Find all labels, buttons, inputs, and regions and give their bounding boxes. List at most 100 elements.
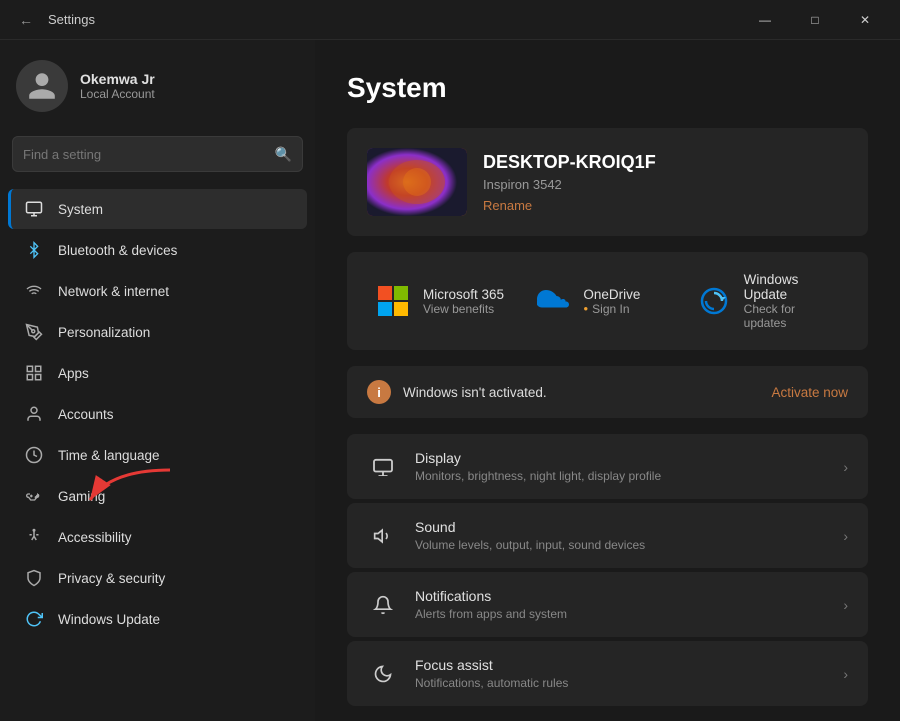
sidebar-item-network[interactable]: Network & internet xyxy=(8,271,307,311)
window-controls: — □ ✕ xyxy=(742,4,888,36)
main-layout: Okemwa Jr Local Account 🔍 System xyxy=(0,40,900,721)
chevron-right-icon: › xyxy=(843,666,848,682)
sidebar-item-label-time: Time & language xyxy=(58,448,160,463)
brush-icon xyxy=(24,322,44,342)
notifications-title: Notifications xyxy=(415,588,827,604)
winupdate-text: Windows Update Check for updates xyxy=(744,272,840,330)
ms365-title: Microsoft 365 xyxy=(423,287,504,302)
ms365-text: Microsoft 365 View benefits xyxy=(423,287,504,316)
sidebar-item-accounts[interactable]: Accounts xyxy=(8,394,307,434)
close-button[interactable]: ✕ xyxy=(842,4,888,36)
content-area: System xyxy=(315,40,900,721)
notifications-subtitle: Alerts from apps and system xyxy=(415,607,827,621)
chevron-right-icon: › xyxy=(843,459,848,475)
sidebar-item-gaming[interactable]: Gaming xyxy=(8,476,307,516)
ms365-subtitle: View benefits xyxy=(423,302,504,316)
onedrive-dot: ● xyxy=(583,304,588,313)
back-icon: ← xyxy=(19,12,33,28)
settings-list: Display Monitors, brightness, night ligh… xyxy=(347,434,868,708)
sidebar-item-time[interactable]: Time & language xyxy=(8,435,307,475)
bluetooth-icon xyxy=(24,240,44,260)
sidebar-item-label-system: System xyxy=(58,202,103,217)
focus-icon xyxy=(367,658,399,690)
ms365-icon xyxy=(375,283,411,319)
settings-item-notifications[interactable]: Notifications Alerts from apps and syste… xyxy=(347,572,868,637)
titlebar: ← Settings — □ ✕ xyxy=(0,0,900,40)
activate-now-link[interactable]: Activate now xyxy=(771,385,848,400)
user-name: Okemwa Jr xyxy=(80,71,155,87)
focus-title: Focus assist xyxy=(415,657,827,673)
sound-title: Sound xyxy=(415,519,827,535)
settings-item-sound[interactable]: Sound Volume levels, output, input, soun… xyxy=(347,503,868,568)
sound-text: Sound Volume levels, output, input, soun… xyxy=(415,519,827,552)
user-info: Okemwa Jr Local Account xyxy=(80,71,155,101)
sidebar-item-label-bluetooth: Bluetooth & devices xyxy=(58,243,177,258)
search-box[interactable]: 🔍 xyxy=(12,136,303,172)
sound-icon xyxy=(367,520,399,552)
system-icon xyxy=(24,199,44,219)
page-title: System xyxy=(347,72,868,104)
maximize-button[interactable]: □ xyxy=(792,4,838,36)
device-name: DESKTOP-KROIQ1F xyxy=(483,152,848,173)
sidebar-item-update[interactable]: Windows Update xyxy=(8,599,307,639)
display-icon xyxy=(367,451,399,483)
user-section: Okemwa Jr Local Account xyxy=(0,40,315,128)
quick-access-row: Microsoft 365 View benefits OneDrive ● S… xyxy=(347,252,868,350)
sidebar-item-system[interactable]: System xyxy=(8,189,307,229)
sidebar-item-label-privacy: Privacy & security xyxy=(58,571,165,586)
onedrive-icon xyxy=(535,283,571,319)
sidebar-item-bluetooth[interactable]: Bluetooth & devices xyxy=(8,230,307,270)
avatar xyxy=(16,60,68,112)
sidebar-item-label-apps: Apps xyxy=(58,366,89,381)
rename-link[interactable]: Rename xyxy=(483,198,848,213)
sidebar-item-label-accounts: Accounts xyxy=(58,407,114,422)
onedrive-subtitle: ● Sign In xyxy=(583,302,640,316)
search-input[interactable] xyxy=(23,147,275,162)
quick-item-ms365[interactable]: Microsoft 365 View benefits xyxy=(367,279,527,323)
clock-icon xyxy=(24,445,44,465)
sidebar: Okemwa Jr Local Account 🔍 System xyxy=(0,40,315,721)
settings-item-display[interactable]: Display Monitors, brightness, night ligh… xyxy=(347,434,868,499)
sidebar-item-label-network: Network & internet xyxy=(58,284,169,299)
device-model: Inspiron 3542 xyxy=(483,177,848,192)
update-icon xyxy=(24,609,44,629)
device-info: DESKTOP-KROIQ1F Inspiron 3542 Rename xyxy=(483,152,848,213)
activation-bar: i Windows isn't activated. Activate now xyxy=(347,366,868,418)
sidebar-item-accessibility[interactable]: Accessibility xyxy=(8,517,307,557)
winupdate-title: Windows Update xyxy=(744,272,840,302)
person-icon xyxy=(24,404,44,424)
close-icon: ✕ xyxy=(860,13,870,27)
notifications-icon xyxy=(367,589,399,621)
search-icon: 🔍 xyxy=(275,146,292,163)
onedrive-title: OneDrive xyxy=(583,287,640,302)
warning-icon: i xyxy=(367,380,391,404)
chevron-right-icon: › xyxy=(843,528,848,544)
shield-icon xyxy=(24,568,44,588)
minimize-button[interactable]: — xyxy=(742,4,788,36)
activation-text: Windows isn't activated. xyxy=(403,385,759,400)
focus-text: Focus assist Notifications, automatic ru… xyxy=(415,657,827,690)
nav-container: System Bluetooth & devices Network xyxy=(0,188,315,640)
display-subtitle: Monitors, brightness, night light, displ… xyxy=(415,469,827,483)
sidebar-item-apps[interactable]: Apps xyxy=(8,353,307,393)
maximize-icon: □ xyxy=(811,13,818,27)
quick-item-onedrive[interactable]: OneDrive ● Sign In xyxy=(527,279,687,323)
sidebar-item-label-accessibility: Accessibility xyxy=(58,530,132,545)
app-title: Settings xyxy=(48,12,742,27)
onedrive-text: OneDrive ● Sign In xyxy=(583,287,640,316)
sound-subtitle: Volume levels, output, input, sound devi… xyxy=(415,538,827,552)
sidebar-item-label-update: Windows Update xyxy=(58,612,160,627)
sidebar-item-personalization[interactable]: Personalization xyxy=(8,312,307,352)
settings-item-focus[interactable]: Focus assist Notifications, automatic ru… xyxy=(347,641,868,706)
quick-item-winupdate[interactable]: Windows Update Check for updates xyxy=(688,268,848,334)
wifi-icon xyxy=(24,281,44,301)
sidebar-item-privacy[interactable]: Privacy & security xyxy=(8,558,307,598)
device-thumbnail xyxy=(367,148,467,216)
sidebar-item-label-personalization: Personalization xyxy=(58,325,150,340)
apps-icon xyxy=(24,363,44,383)
back-button[interactable]: ← xyxy=(12,6,40,34)
display-text: Display Monitors, brightness, night ligh… xyxy=(415,450,827,483)
notifications-text: Notifications Alerts from apps and syste… xyxy=(415,588,827,621)
focus-subtitle: Notifications, automatic rules xyxy=(415,676,827,690)
winupdate-icon xyxy=(696,283,732,319)
